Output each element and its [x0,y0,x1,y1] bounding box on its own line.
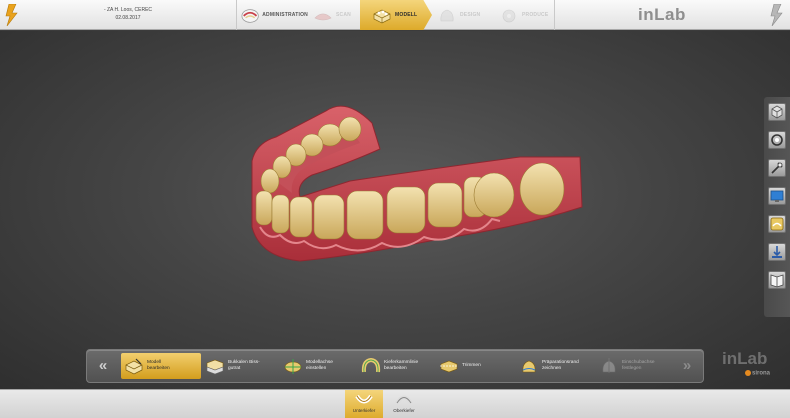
sirona-dot-icon [745,370,751,376]
edit-model-icon [125,358,143,375]
step-label: Modellachse einstellen [306,360,333,371]
view-cube-icon [771,105,783,119]
rotate-view-button[interactable] [768,131,786,149]
view-toolbar [764,97,790,317]
inlab-logo: inLab [638,5,686,24]
next-step-button[interactable]: » [675,358,699,374]
step-label: Bukkalen Biss-gutrat [228,360,260,371]
inlab-watermark: inLab [722,349,768,368]
jaw-selector-bar: Unterkiefer Oberkiefer [0,389,790,418]
step-bukkalen-biss[interactable]: Bukkalen Biss-gutrat [205,353,277,379]
phase-label: SCAN [336,12,351,18]
model-axis-icon [284,359,302,374]
jaw-unterkiefer[interactable]: Unterkiefer [345,390,383,418]
step-modellachse[interactable]: Modellachse einstellen [283,353,355,379]
step-label: Trimmen [462,363,481,368]
book-icon [770,274,784,288]
step-label: Präparationsrand zeichnen [542,360,579,371]
margin-line-icon [522,360,536,373]
phase-label: DESIGN [460,12,481,18]
case-info[interactable]: - ZA H. Loos, CEREC 02.08.2017 [88,6,168,22]
step-modell-bearbeiten[interactable]: Modell bearbeiten [121,353,201,379]
phase-label: MODELL [395,12,418,18]
separator [236,0,237,30]
lower-jaw-icon [355,394,373,404]
step-praeparationsrand[interactable]: Präparationsrand zeichnen [519,353,599,379]
screen-button[interactable] [768,187,786,205]
screen-icon [770,190,784,202]
step-bar: « Modell bearbeiten Bukkalen Biss-gutrat… [86,349,704,383]
trim-icon [440,360,458,373]
administration-icon [241,8,259,23]
phase-scan[interactable]: SCAN [310,0,362,30]
produce-icon [502,9,516,22]
case-date: 02.08.2017 [115,15,141,21]
sirona-label: sirona [752,370,771,377]
step-label: Einschubachse festlegen [622,360,655,371]
model-icon [373,9,391,23]
export-icon [772,246,782,258]
model-settings-icon [770,217,784,231]
phase-design[interactable]: DESIGN [434,0,494,30]
separator [554,0,555,30]
step-label: Modell bearbeiten [147,360,170,371]
jaw-ridge-icon [361,357,381,373]
upper-jaw-icon [395,395,413,405]
step-trimmen[interactable]: Trimmen [439,353,515,379]
phase-produce[interactable]: PRODUCE [496,0,554,30]
step-kieferkammlinie[interactable]: Kieferkammlinie bearbeiten [361,353,437,379]
previous-step-button[interactable]: « [91,358,115,374]
tool-button[interactable] [768,159,786,177]
export-button[interactable] [768,243,786,261]
phase-modell[interactable]: MODELL [360,0,432,30]
sirona-menu-icon[interactable] [4,4,20,26]
design-icon [440,9,454,21]
sirona-logo: sirona [745,370,770,377]
jaw-oberkiefer[interactable]: Oberkiefer [385,390,423,418]
top-bar: - ZA H. Loos, CEREC 02.08.2017 ADMINISTR… [0,0,790,30]
step-label: Kieferkammlinie bearbeiten [384,360,419,371]
insertion-axis-icon [602,358,616,373]
jaw-label: Oberkiefer [393,408,415,413]
system-menu-icon[interactable] [770,4,784,26]
rotate-view-icon [771,134,783,146]
view-cube-button[interactable] [768,103,786,121]
jaw-label: Unterkiefer [352,408,376,413]
jaw-model-3d[interactable] [0,31,790,389]
model-viewport[interactable]: « Modell bearbeiten Bukkalen Biss-gutrat… [0,31,790,389]
phase-administration[interactable]: ADMINISTRATION [238,0,308,30]
phase-label: PRODUCE [522,12,549,18]
model-settings-button[interactable] [768,215,786,233]
tool-icon [771,162,783,174]
book-button[interactable] [768,271,786,289]
buccal-bite-icon [206,359,224,375]
phase-label: ADMINISTRATION [262,12,308,18]
case-name: - ZA H. Loos, CEREC [103,7,153,13]
step-einschubachse[interactable]: Einschubachse festlegen [599,353,675,379]
scan-icon [314,13,332,20]
